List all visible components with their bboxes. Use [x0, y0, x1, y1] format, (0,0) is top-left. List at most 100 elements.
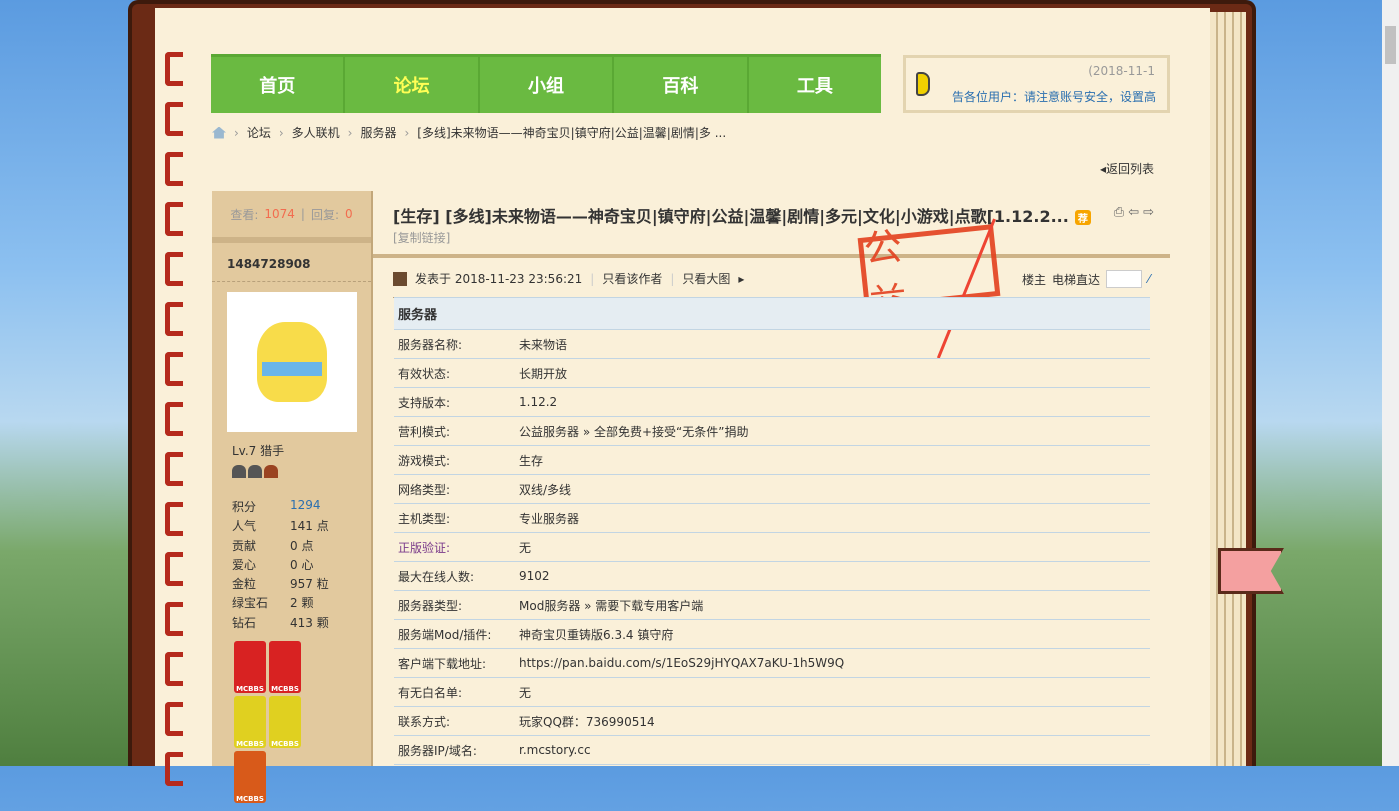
user-level[interactable]: Lv.7 猎手: [212, 442, 371, 459]
stat-label: 贡献: [232, 538, 257, 553]
stat-value: 957 粒: [290, 577, 329, 592]
back-to-list[interactable]: ◂返回列表: [1100, 160, 1154, 177]
bracket-decoration: [165, 352, 183, 386]
print-icon[interactable]: ⎙: [1114, 205, 1128, 220]
field-value: 无: [515, 677, 1150, 707]
medal-badge[interactable]: MCBBS: [234, 696, 266, 749]
stat-value: 0 点: [290, 538, 314, 553]
breadcrumb: › 论坛 › 多人联机 › 服务器 › [多线]未来物语——神奇宝贝|镇守府|公益|温…: [212, 124, 726, 141]
bracket-decoration: [165, 252, 183, 286]
stat-value[interactable]: 1294: [290, 498, 321, 517]
field-label: 支持版本:: [394, 387, 515, 417]
stat-value: 413 颗: [290, 615, 329, 630]
nav-home[interactable]: 首页: [211, 57, 346, 113]
bracket-decoration: [165, 302, 183, 336]
stat-value: 141 点: [290, 519, 329, 534]
stat-value: 0 心: [290, 557, 314, 572]
scrollbar[interactable]: [1382, 0, 1399, 766]
back-to-top-flag[interactable]: [1218, 548, 1284, 594]
medal-badge[interactable]: MCBBS: [269, 696, 301, 749]
field-label: 服务器名称:: [394, 329, 515, 359]
floor-label: 楼主: [1021, 272, 1046, 287]
bracket-decoration: [165, 602, 183, 636]
field-value: 未来物语: [515, 329, 1150, 359]
notice-link[interactable]: 告各位用户：请注意账号安全，设置高: [952, 88, 1157, 105]
table-row: 联系方式: 玩家QQ群：736990514: [394, 706, 1150, 736]
medal-badge[interactable]: MCBBS: [269, 641, 301, 694]
notice-box: (2018-11-1 告各位用户：请注意账号安全，设置高: [903, 55, 1170, 113]
field-value[interactable]: https://pan.baidu.com/s/1EoS29jHYQAX7aKU…: [515, 648, 1150, 678]
nav-wiki[interactable]: 百科: [614, 57, 749, 113]
table-row: 有无白名单: 无: [394, 677, 1150, 707]
field-value: 玩家QQ群：736990514: [515, 706, 1150, 736]
prev-thread-icon[interactable]: ⇦: [1128, 205, 1143, 220]
stat-label: 积分: [232, 500, 257, 514]
table-row: 主机类型: 专业服务器: [394, 503, 1150, 533]
big-image-link[interactable]: 只看大图: [682, 270, 730, 287]
field-value: r.mcstory.cc: [515, 735, 1150, 765]
post-meta: 发表于 2018-11-23 23:56:21 | 只看该作者 | 只看大图 ▸ 楼主…: [393, 270, 1150, 298]
level-icons: [212, 459, 371, 484]
stat-label: 绿宝石: [232, 596, 269, 611]
username[interactable]: 1484728908: [212, 243, 371, 282]
crumb-multiplayer[interactable]: 多人联机: [292, 124, 340, 141]
helmet-icon: [232, 465, 246, 478]
notice-date: (2018-11-1: [1088, 64, 1155, 78]
table-row: 营利模式: 公益服务器 » 全部免费+接受“无条件”捐助: [394, 416, 1150, 446]
field-value: 无: [515, 532, 1150, 562]
table-row: 正版验证: 无: [394, 532, 1150, 562]
bracket-decoration: [165, 652, 183, 686]
field-label: 服务端Mod/插件:: [394, 619, 515, 649]
next-thread-icon[interactable]: ⇨: [1143, 205, 1158, 220]
stat-value: 2 颗: [290, 596, 314, 611]
avatar[interactable]: [227, 292, 357, 432]
post-main: [生存] [多线]未来物语——神奇宝贝|镇守府|公益|温馨|剧情|多元|文化|小…: [373, 191, 1170, 359]
table-row: 客户端下载地址: https://pan.baidu.com/s/1EoS29jH…: [394, 648, 1150, 678]
table-row: 服务器IP/域名: r.mcstory.cc: [394, 735, 1150, 765]
main-nav: 首页 论坛 小组 百科 工具: [211, 54, 881, 113]
table-row: 网络类型: 双线/多线: [394, 474, 1150, 504]
table-row: 服务器类型: Mod服务器 » 需要下载专用客户端: [394, 590, 1150, 620]
field-value: 1.12.2: [515, 387, 1150, 417]
medal-badge[interactable]: MCBBS: [234, 641, 266, 694]
helmet-icon: [248, 465, 262, 478]
user-stat: 贡献 0 点: [232, 537, 351, 556]
nav-group[interactable]: 小组: [480, 57, 615, 113]
scrollbar-thumb[interactable]: [1385, 26, 1396, 64]
nav-forum[interactable]: 论坛: [345, 57, 480, 113]
stat-label: 金粒: [232, 577, 257, 592]
field-value: 双线/多线: [515, 474, 1150, 504]
home-icon[interactable]: [212, 126, 226, 139]
user-stat: 金粒 957 粒: [232, 575, 351, 594]
field-value: 专业服务器: [515, 503, 1150, 533]
crumb-server[interactable]: 服务器: [360, 124, 396, 141]
jump-label: 电梯直达: [1051, 272, 1100, 287]
floor-jump-input[interactable]: [1105, 270, 1142, 288]
medal-badge[interactable]: MCBBS: [234, 751, 266, 804]
bracket-decoration: [165, 202, 183, 236]
field-label: 联系方式:: [394, 706, 515, 736]
copy-link[interactable]: [复制链接]: [373, 227, 1170, 248]
field-value: Mod服务器 » 需要下载专用客户端: [515, 590, 1150, 620]
user-stats: 积分 1294 人气 141 点贡献 0 点爱心 0 心金粒 957 粒绿宝石 2 颗钻石 41…: [212, 484, 371, 633]
field-value: 9102: [515, 561, 1150, 591]
field-value: 长期开放: [515, 358, 1150, 388]
pikachu-avatar-image: [257, 322, 327, 402]
bracket-decoration: [165, 152, 183, 186]
crumb-thread[interactable]: [多线]未来物语——神奇宝贝|镇守府|公益|温馨|剧情|多 ...: [417, 124, 726, 141]
nav-tools[interactable]: 工具: [749, 57, 881, 113]
bracket-decoration: [165, 402, 183, 436]
crumb-forum[interactable]: 论坛: [247, 124, 271, 141]
field-label: 最大在线人数:: [394, 561, 515, 591]
table-header: 服务器: [394, 297, 1150, 330]
bracket-decoration: [165, 502, 183, 536]
jump-go-icon[interactable]: ⁄: [1148, 272, 1150, 286]
only-author-link[interactable]: 只看该作者: [602, 270, 662, 287]
medals: MCBBS MCBBS MCBBS MCBBS MCBBS: [212, 633, 332, 811]
field-value: 公益服务器 » 全部免费+接受“无条件”捐助: [515, 416, 1150, 446]
table-row: 服务器名称: 未来物语: [394, 329, 1150, 359]
table-row: 支持版本: 1.12.2: [394, 387, 1150, 417]
speaker-icon: [916, 72, 930, 96]
field-label: 客户端下载地址:: [394, 648, 515, 678]
field-label: 有无白名单:: [394, 677, 515, 707]
